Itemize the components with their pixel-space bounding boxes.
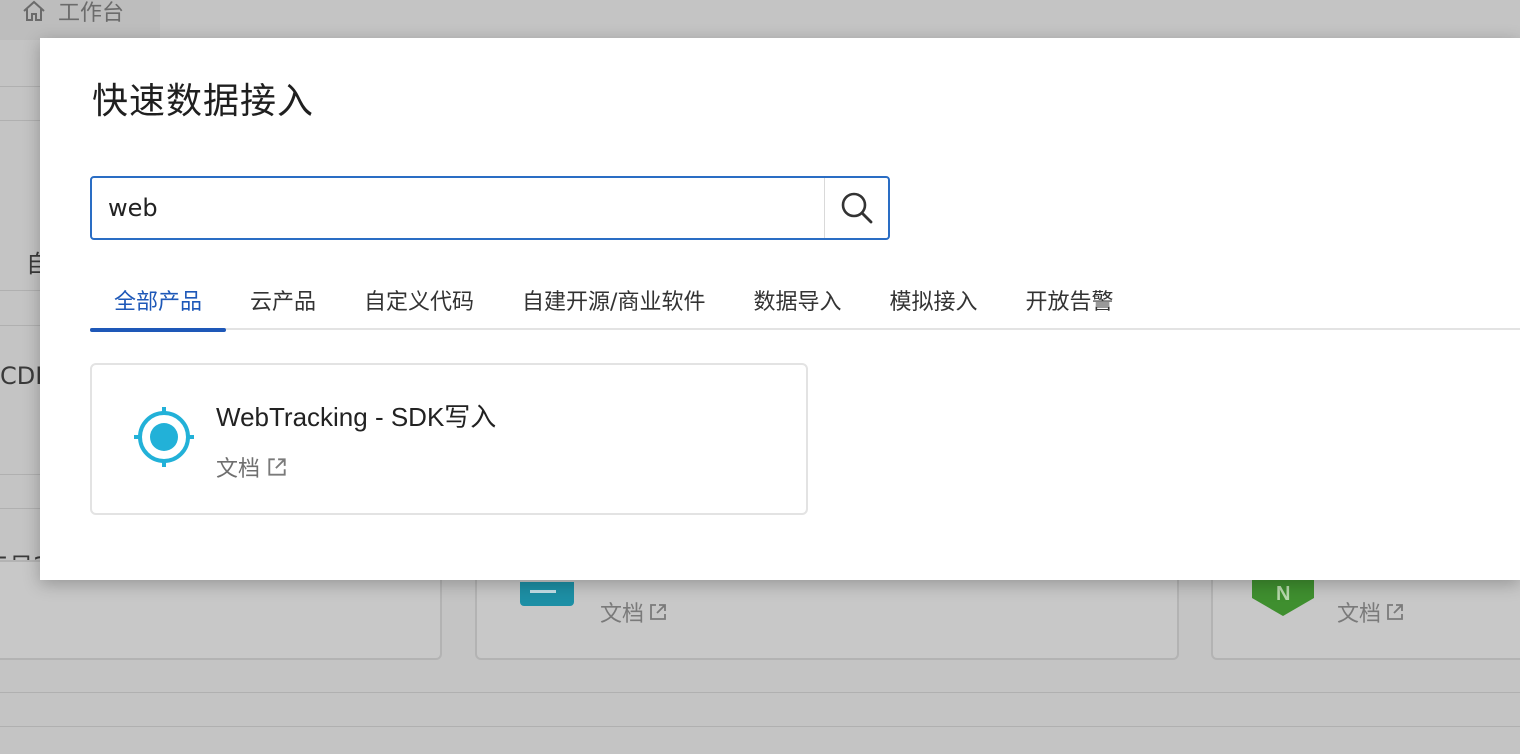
tab-cloud-products[interactable]: 云产品 — [226, 274, 340, 330]
external-link-icon — [268, 458, 286, 476]
tab-self-built-software[interactable]: 自建开源/商业软件 — [498, 274, 729, 330]
target-icon — [134, 407, 194, 467]
background-doc-link: 文档 — [1337, 596, 1405, 628]
quick-data-ingestion-dialog: 快速数据接入 全部产品 云产品 自定义代码 自建开源/商业软件 数据导入 模拟接… — [40, 38, 1520, 580]
svg-text:N: N — [1276, 583, 1290, 605]
external-link-icon — [650, 604, 666, 620]
document-icon — [520, 582, 574, 606]
workbench-label: 工作台 — [58, 1, 125, 26]
background-text-fragment: CDI — [0, 362, 43, 390]
search-box — [90, 176, 890, 240]
tab-data-import[interactable]: 数据导入 — [729, 274, 865, 330]
home-icon — [23, 0, 45, 21]
doc-link[interactable]: 文档 — [216, 451, 288, 483]
doc-link-label: 文档 — [216, 457, 261, 482]
search-input[interactable] — [92, 178, 824, 238]
category-tabs: 全部产品 云产品 自定义代码 自建开源/商业软件 数据导入 模拟接入 开放告警 — [90, 274, 1520, 332]
tab-open-alerts[interactable]: 开放告警 — [1002, 274, 1138, 330]
search-button[interactable] — [824, 178, 888, 238]
tab-simulated-ingestion[interactable]: 模拟接入 — [865, 274, 1001, 330]
nginx-icon: N — [1252, 576, 1314, 616]
tab-custom-code[interactable]: 自定义代码 — [340, 274, 498, 330]
search-icon — [841, 192, 872, 224]
dialog-title: 快速数据接入 — [92, 81, 315, 122]
tab-all-products[interactable]: 全部产品 — [90, 274, 227, 332]
background-doc-link: 文档 — [600, 596, 668, 628]
external-link-icon — [1387, 604, 1403, 620]
result-card-webtracking[interactable]: WebTracking - SDK写入 文档 — [90, 363, 808, 515]
workbench-breadcrumb: 工作台 — [0, 0, 160, 40]
result-title: WebTracking - SDK写入 — [216, 402, 497, 432]
